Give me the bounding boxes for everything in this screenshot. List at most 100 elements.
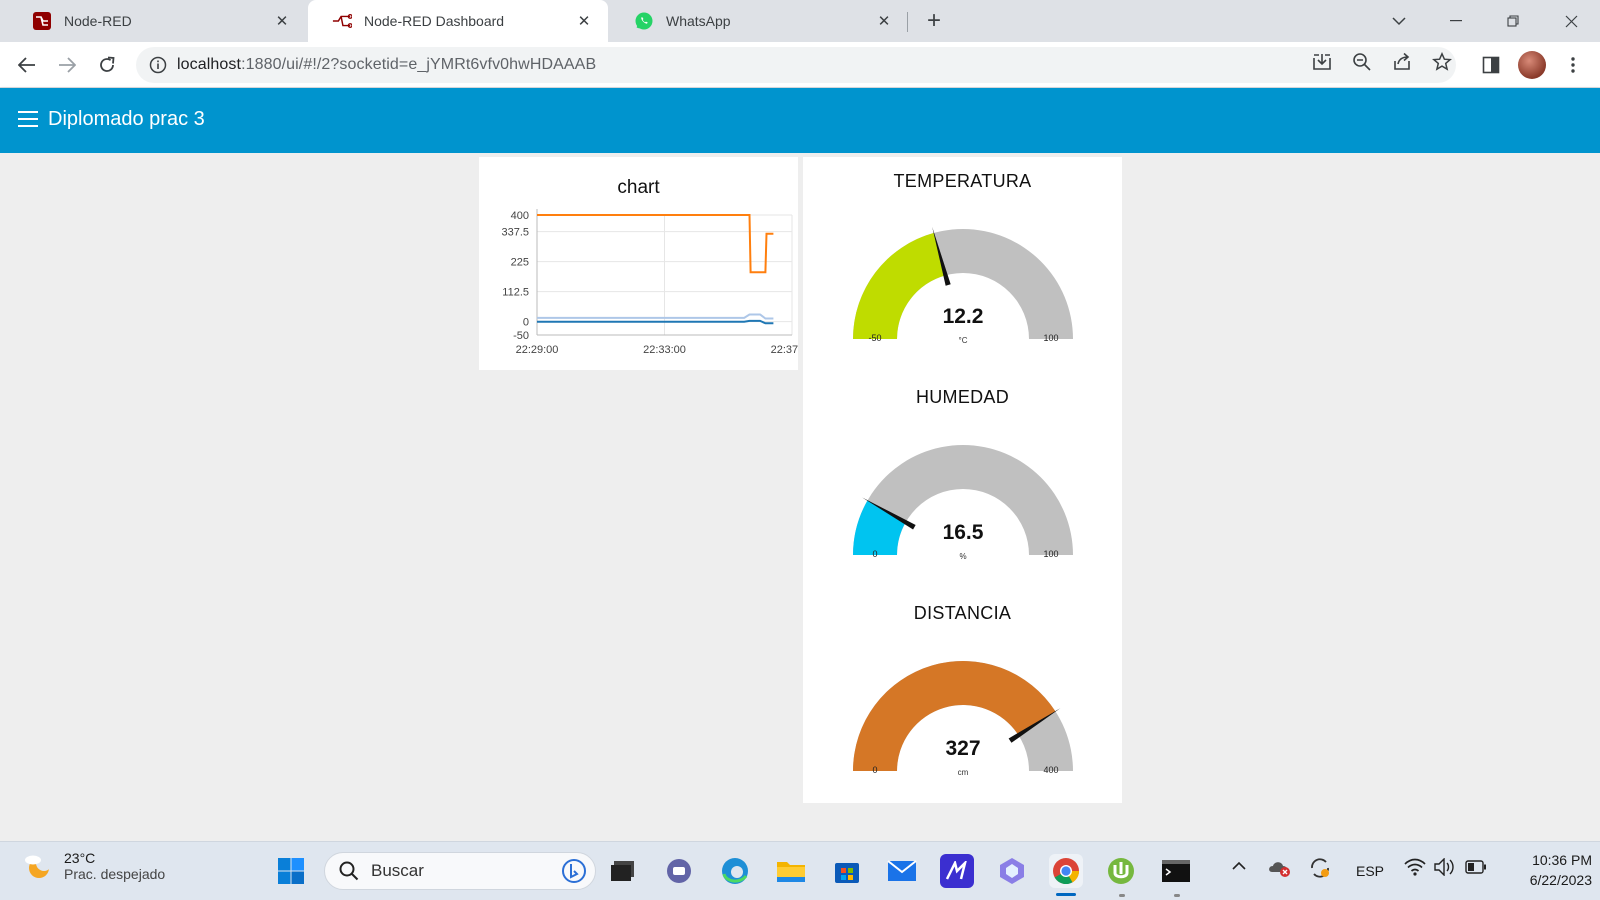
- search-icon: [339, 861, 359, 881]
- gauge-humedad: 16.5% 0 100: [853, 445, 1073, 561]
- y-tick-label: 0: [523, 317, 529, 329]
- x-tick-label: 22:33:00: [643, 344, 686, 356]
- back-arrow-icon[interactable]: [12, 50, 42, 80]
- mail-icon[interactable]: [885, 854, 919, 888]
- x-tick-label: 22:37:00: [771, 344, 798, 356]
- clock-time: 10:36 PM: [1532, 852, 1592, 868]
- gauge-value: 16.5: [943, 521, 984, 544]
- y-tick-label: 400: [511, 210, 529, 222]
- series-line-2: [537, 319, 774, 325]
- chart-card: chart 400 337.5 225 112.5 0 -50 22:29:00 22:33:…: [479, 157, 798, 370]
- tab-search-chevron-icon[interactable]: [1384, 6, 1414, 36]
- gauge-temperatura: 12.2 °C -50 100: [853, 227, 1073, 345]
- weather-widget[interactable]: 23°C Prac. despejado: [22, 850, 165, 882]
- url-text: localhost:1880/ui/#!/2?socketid=e_jYMRt6…: [177, 56, 596, 74]
- gauge-max-label: 100: [1043, 333, 1058, 343]
- taskbar-clock[interactable]: 10:36 PM 6/22/2023: [1500, 850, 1592, 890]
- gauge-fill: [853, 232, 946, 339]
- file-explorer-icon[interactable]: [774, 854, 808, 888]
- gauge-max-label: 100: [1043, 549, 1058, 559]
- gauge-distancia: 327 cm 0 400: [853, 661, 1073, 777]
- menu-kebab-icon[interactable]: [1562, 54, 1584, 76]
- gauge-units: %: [959, 552, 966, 561]
- gauge-title-distancia: DISTANCIA: [913, 603, 1012, 623]
- forward-arrow-icon[interactable]: [52, 50, 82, 80]
- gauge-max-label: 400: [1043, 765, 1058, 775]
- gauge-card: TEMPERATURA 12.2 °C -50 100 HUMEDAD 16.5% 0 1…: [803, 157, 1122, 803]
- terminal-icon[interactable]: [1159, 854, 1193, 888]
- battery-icon[interactable]: [1465, 860, 1487, 877]
- gauge-title-temperatura: TEMPERATURA: [893, 171, 1032, 191]
- y-tick-label: -50: [513, 330, 529, 342]
- gauge-min-label: 0: [872, 765, 877, 775]
- gauge-units: °C: [959, 336, 968, 345]
- address-bar[interactable]: localhost:1880/ui/#!/2?socketid=e_jYMRt6…: [136, 47, 1456, 83]
- close-icon[interactable]: ✕: [272, 12, 292, 30]
- tab-node-red-dashboard[interactable]: Node-RED Dashboard ✕: [308, 0, 608, 42]
- tab-title: Node-RED Dashboard: [364, 13, 505, 29]
- running-app-indicator: [1174, 894, 1180, 897]
- gauge-min-label: -50: [868, 333, 881, 343]
- weather-description: Prac. despejado: [64, 866, 166, 882]
- copilot-icon[interactable]: [995, 854, 1029, 888]
- url-host: localhost: [177, 56, 242, 73]
- volume-icon[interactable]: [1434, 857, 1456, 879]
- sync-icon[interactable]: [1308, 856, 1332, 883]
- profile-avatar[interactable]: [1518, 51, 1546, 79]
- whatsapp-icon: [634, 11, 654, 31]
- browser-toolbar: localhost:1880/ui/#!/2?socketid=e_jYMRt6…: [0, 42, 1600, 88]
- active-app-indicator: [1056, 893, 1076, 896]
- chrome-icon[interactable]: [1049, 854, 1083, 888]
- series-line-1: [537, 313, 774, 320]
- close-icon[interactable]: ✕: [874, 12, 894, 30]
- onedrive-error-icon[interactable]: [1268, 858, 1292, 881]
- node-red-icon: [32, 11, 52, 31]
- search-label: Buscar: [371, 861, 424, 880]
- clock-date: 6/22/2023: [1529, 872, 1592, 888]
- tab-node-red[interactable]: Node-RED ✕: [8, 0, 306, 42]
- url-path: :1880/ui/#!/2?socketid=e_jYMRt6vfv0hwHDA…: [241, 56, 597, 73]
- show-hidden-icons-chevron[interactable]: [1232, 858, 1246, 874]
- install-app-icon[interactable]: [1311, 51, 1333, 73]
- tab-title: WhatsApp: [666, 13, 731, 29]
- wifi-icon[interactable]: [1404, 858, 1426, 879]
- gauge-value: 12.2: [943, 305, 984, 328]
- weather-temperature: 23°C: [64, 850, 96, 866]
- reload-icon[interactable]: [92, 50, 122, 80]
- y-tick-label: 337.5: [501, 227, 529, 239]
- edge-browser-icon[interactable]: [718, 854, 752, 888]
- bookmark-star-icon[interactable]: [1431, 51, 1453, 73]
- x-tick-label: 22:29:00: [516, 344, 559, 356]
- dashboard-title: Diplomado prac 3: [48, 108, 205, 130]
- tab-title: Node-RED: [64, 13, 132, 29]
- share-icon[interactable]: [1391, 51, 1413, 73]
- y-tick-label: 112.5: [502, 287, 529, 299]
- y-tick-label: 225: [511, 257, 529, 269]
- tab-separator: [907, 12, 908, 32]
- dashboard-content: chart 400 337.5 225 112.5 0 -50 22:29:00 22:33:…: [0, 153, 1600, 841]
- series-line-0: [537, 214, 774, 274]
- zoom-out-icon[interactable]: [1351, 51, 1373, 73]
- window-close-icon[interactable]: [1556, 6, 1586, 36]
- bing-icon[interactable]: [561, 858, 587, 884]
- side-panel-icon[interactable]: [1480, 54, 1502, 76]
- taskbar-search[interactable]: Buscar: [324, 852, 596, 890]
- minimize-icon[interactable]: [1441, 6, 1471, 36]
- tab-whatsapp[interactable]: WhatsApp ✕: [610, 0, 908, 42]
- restore-icon[interactable]: [1498, 6, 1528, 36]
- site-info-icon[interactable]: [149, 56, 167, 74]
- windows-start-icon[interactable]: [274, 854, 308, 888]
- taskbar: 23°C Prac. despejado Buscar ESP 10:36 PM…: [0, 841, 1600, 900]
- new-tab-plus-icon[interactable]: +: [920, 8, 948, 34]
- close-icon[interactable]: ✕: [574, 12, 594, 30]
- gauge-min-label: 0: [872, 549, 877, 559]
- utorrent-icon[interactable]: [1104, 854, 1138, 888]
- task-view-icon[interactable]: [606, 854, 640, 888]
- language-indicator[interactable]: ESP: [1356, 863, 1384, 879]
- teams-chat-icon[interactable]: [662, 854, 696, 888]
- dashboard-header: Diplomado prac 3: [0, 88, 1600, 153]
- hamburger-menu-icon[interactable]: [18, 111, 38, 129]
- microsoft-store-icon[interactable]: [830, 854, 864, 888]
- ai-app-icon[interactable]: [940, 854, 974, 888]
- gauge-units: cm: [958, 768, 969, 777]
